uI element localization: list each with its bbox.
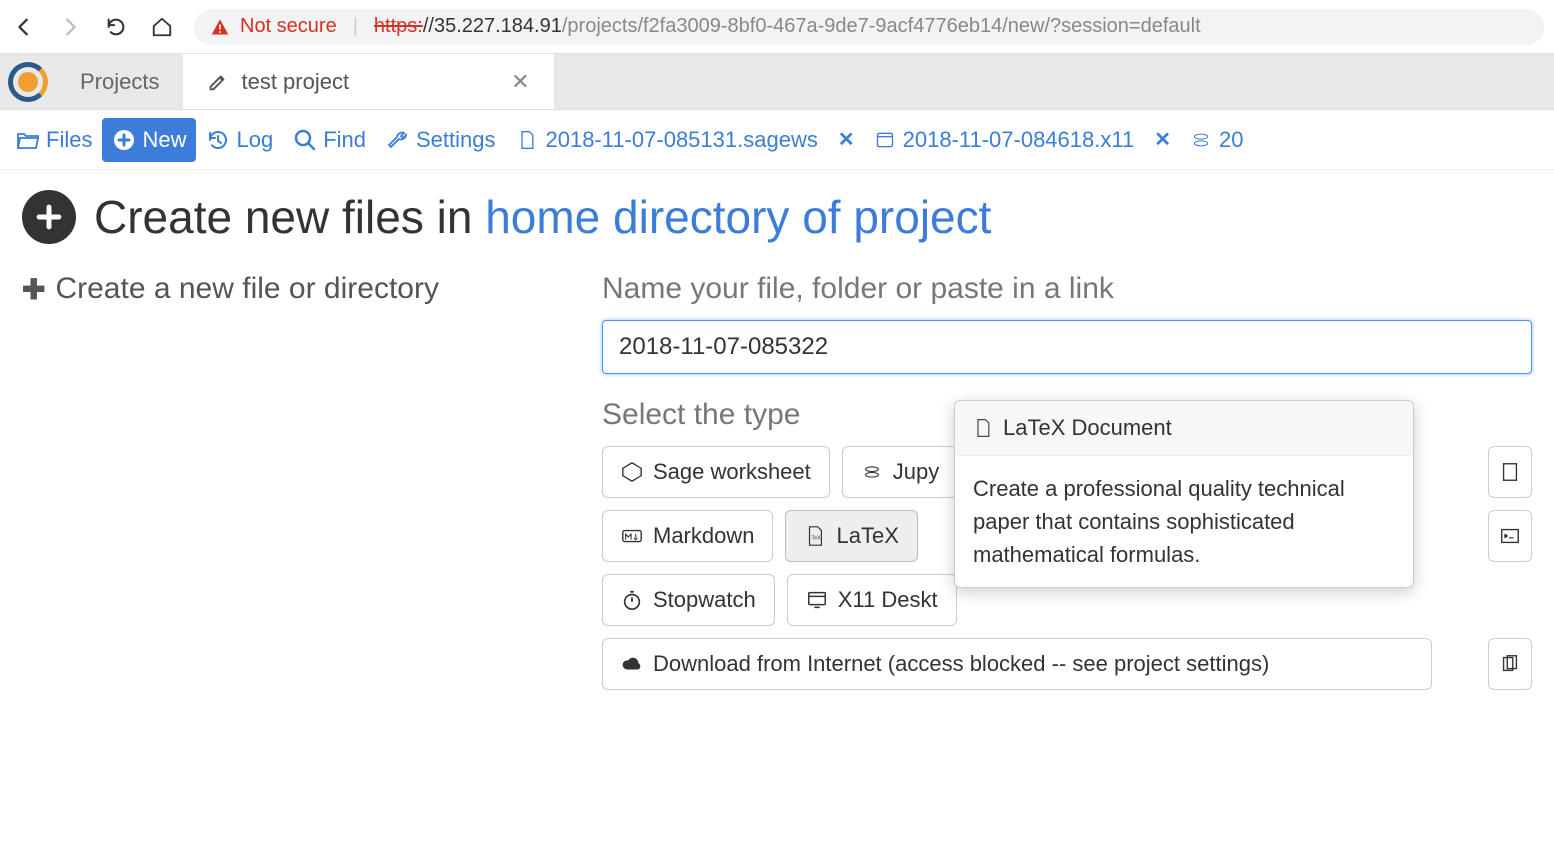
page-title: Create new files in home directory of pr… <box>22 190 1532 244</box>
toolbar-settings-label: Settings <box>416 127 496 153</box>
tooltip-title: LaTeX Document <box>1003 415 1172 441</box>
open-file-1-close[interactable]: ✕ <box>830 127 863 152</box>
type-x11[interactable]: X11 Deskt <box>787 574 957 626</box>
not-secure-indicator: Not secure <box>210 15 337 38</box>
type-download[interactable]: Download from Internet (access blocked -… <box>602 638 1432 690</box>
tooltip-header: LaTeX Document <box>955 401 1413 456</box>
plus-icon: ✚ <box>22 273 45 306</box>
wrench-icon <box>386 128 410 152</box>
stopwatch-icon <box>621 589 643 611</box>
type-markdown[interactable]: Markdown <box>602 510 773 562</box>
type-extra-right-2[interactable] <box>1488 510 1532 562</box>
tab-close-button[interactable]: ✕ <box>511 69 529 95</box>
toolbar-new[interactable]: New <box>102 118 196 162</box>
browser-chrome: Not secure | https: //35.227.184.91 /pro… <box>0 0 1554 54</box>
type-latex[interactable]: TeX LaTeX <box>785 510 917 562</box>
url-path: /projects/f2fa3009-8bf0-467a-9de7-9acf47… <box>562 15 1201 38</box>
home-dir-link[interactable]: home directory of project <box>485 191 991 243</box>
tab-test-project[interactable]: test project ✕ <box>183 54 553 109</box>
reload-icon <box>105 16 127 38</box>
project-toolbar: Files New Log Find Settings 2018-11-07-0… <box>0 110 1554 170</box>
type-extra-right-3[interactable] <box>1488 638 1532 690</box>
type-latex-label: LaTeX <box>836 523 898 549</box>
toolbar-settings[interactable]: Settings <box>376 118 506 162</box>
type-jupyter[interactable]: Jupy <box>842 446 958 498</box>
filename-input[interactable] <box>602 320 1532 374</box>
open-file-3-label: 20 <box>1219 127 1243 153</box>
url-text: https: //35.227.184.91 /projects/f2fa300… <box>374 15 1201 38</box>
type-markdown-label: Markdown <box>653 523 754 549</box>
toolbar-log[interactable]: Log <box>196 118 283 162</box>
type-sage-label: Sage worksheet <box>653 459 811 485</box>
toolbar-files[interactable]: Files <box>6 118 102 162</box>
toolbar-files-label: Files <box>46 127 92 153</box>
window-icon <box>875 130 895 150</box>
copy-icon <box>1499 653 1521 675</box>
cocalc-logo-icon <box>8 62 48 102</box>
page-title-prefix: Create new files in <box>94 191 485 243</box>
main-content: Create new files in home directory of pr… <box>0 170 1554 710</box>
edit-icon <box>207 71 229 93</box>
plus-circle-icon <box>112 128 136 152</box>
tex-file-icon <box>973 418 993 438</box>
toolbar-log-label: Log <box>236 127 273 153</box>
name-field-label: Name your file, folder or paste in a lin… <box>602 272 1532 306</box>
back-button[interactable] <box>10 13 38 41</box>
arrow-left-icon <box>13 16 35 38</box>
forward-button[interactable] <box>56 13 84 41</box>
search-icon <box>293 128 317 152</box>
app-tab-bar: Projects test project ✕ <box>0 54 1554 110</box>
type-extra-right-1[interactable] <box>1488 446 1532 498</box>
type-sage-worksheet[interactable]: Sage worksheet <box>602 446 830 498</box>
not-secure-label: Not secure <box>240 15 337 38</box>
terminal-icon <box>1499 525 1521 547</box>
reload-button[interactable] <box>102 13 130 41</box>
type-x11-label: X11 Deskt <box>838 587 938 613</box>
toolbar-find[interactable]: Find <box>283 118 376 162</box>
file-icon <box>517 130 537 150</box>
jupyter-small-icon <box>861 461 883 483</box>
open-file-2-label: 2018-11-07-084618.x11 <box>903 127 1135 153</box>
type-download-label: Download from Internet (access blocked -… <box>653 651 1269 677</box>
plus-circle-large-icon <box>22 190 76 244</box>
cloud-icon <box>621 653 643 675</box>
toolbar-find-label: Find <box>323 127 366 153</box>
markdown-icon <box>621 525 643 547</box>
jupyter-icon <box>1191 130 1211 150</box>
svg-text:TeX: TeX <box>812 536 822 542</box>
open-file-2[interactable]: 2018-11-07-084618.x11 <box>863 127 1147 153</box>
open-file-1[interactable]: 2018-11-07-085131.sagews <box>505 127 829 153</box>
desktop-icon <box>806 589 828 611</box>
tab-projects-label: Projects <box>80 69 159 95</box>
home-icon <box>151 16 173 38</box>
left-heading-label: Create a new file or directory <box>55 272 439 306</box>
warning-icon <box>210 17 230 37</box>
home-button[interactable] <box>148 13 176 41</box>
url-scheme: https: <box>374 15 423 38</box>
separator: | <box>353 15 358 38</box>
tab-active-label: test project <box>241 69 349 95</box>
left-heading: ✚ Create a new file or directory <box>22 272 562 306</box>
open-file-3[interactable]: 20 <box>1179 127 1243 153</box>
address-bar[interactable]: Not secure | https: //35.227.184.91 /pro… <box>194 9 1544 45</box>
open-file-2-close[interactable]: ✕ <box>1146 127 1179 152</box>
tooltip-body: Create a professional quality technical … <box>955 456 1413 587</box>
tab-projects[interactable]: Projects <box>56 54 183 109</box>
latex-tooltip: LaTeX Document Create a professional qua… <box>954 400 1414 588</box>
app-logo[interactable] <box>0 54 56 109</box>
url-host: //35.227.184.91 <box>423 15 562 38</box>
open-file-1-label: 2018-11-07-085131.sagews <box>545 127 817 153</box>
tex-icon: TeX <box>804 525 826 547</box>
arrow-right-icon <box>59 16 81 38</box>
history-icon <box>206 128 230 152</box>
type-stopwatch-label: Stopwatch <box>653 587 756 613</box>
toolbar-new-label: New <box>142 127 186 153</box>
type-stopwatch[interactable]: Stopwatch <box>602 574 775 626</box>
type-jupyter-label: Jupy <box>893 459 939 485</box>
sage-icon <box>621 461 643 483</box>
file-small-icon <box>1499 461 1521 483</box>
folder-open-icon <box>16 128 40 152</box>
